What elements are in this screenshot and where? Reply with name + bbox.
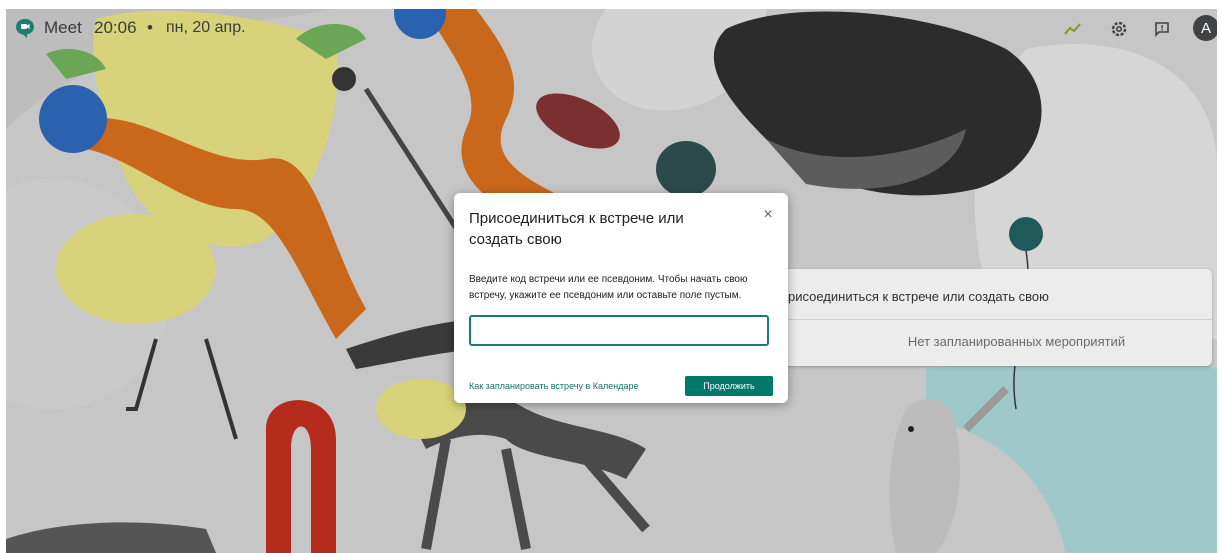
time-date-separator: • <box>147 18 153 37</box>
feedback-icon[interactable] <box>1151 18 1173 40</box>
settings-gear-icon[interactable] <box>1108 18 1130 40</box>
close-icon[interactable]: × <box>760 207 776 223</box>
join-or-create-row[interactable]: рисоединиться к встрече или создать свою <box>761 269 1212 320</box>
join-meeting-dialog: Присоединиться к встрече или создать сво… <box>454 193 788 403</box>
meet-logo-icon[interactable] <box>14 17 36 39</box>
continue-button[interactable]: Продолжить <box>685 376 773 396</box>
top-bar: Meet 20:06 • пн, 20 апр. A <box>6 9 1217 49</box>
calendar-help-link[interactable]: Как запланировать встречу в Календаре <box>469 381 638 391</box>
dialog-description: Введите код встречи или ее псевдоним. Чт… <box>469 274 748 301</box>
app-name: Meet <box>44 18 82 37</box>
dialog-title: Присоединиться к встрече или создать сво… <box>469 210 684 248</box>
join-or-create-label: рисоединиться к встрече или создать свою <box>788 289 1049 304</box>
meeting-code-input[interactable] <box>469 315 769 346</box>
meet-page: Meet 20:06 • пн, 20 апр. A рисоединиться… <box>6 9 1217 553</box>
current-date: пн, 20 апр. <box>166 19 246 36</box>
meetings-card: рисоединиться к встрече или создать свою… <box>761 269 1212 366</box>
avatar[interactable]: A <box>1193 15 1217 41</box>
current-time: 20:06 <box>94 18 137 37</box>
no-events-text: Нет запланированных мероприятий <box>907 334 1126 349</box>
activity-chart-icon[interactable] <box>1062 18 1084 40</box>
